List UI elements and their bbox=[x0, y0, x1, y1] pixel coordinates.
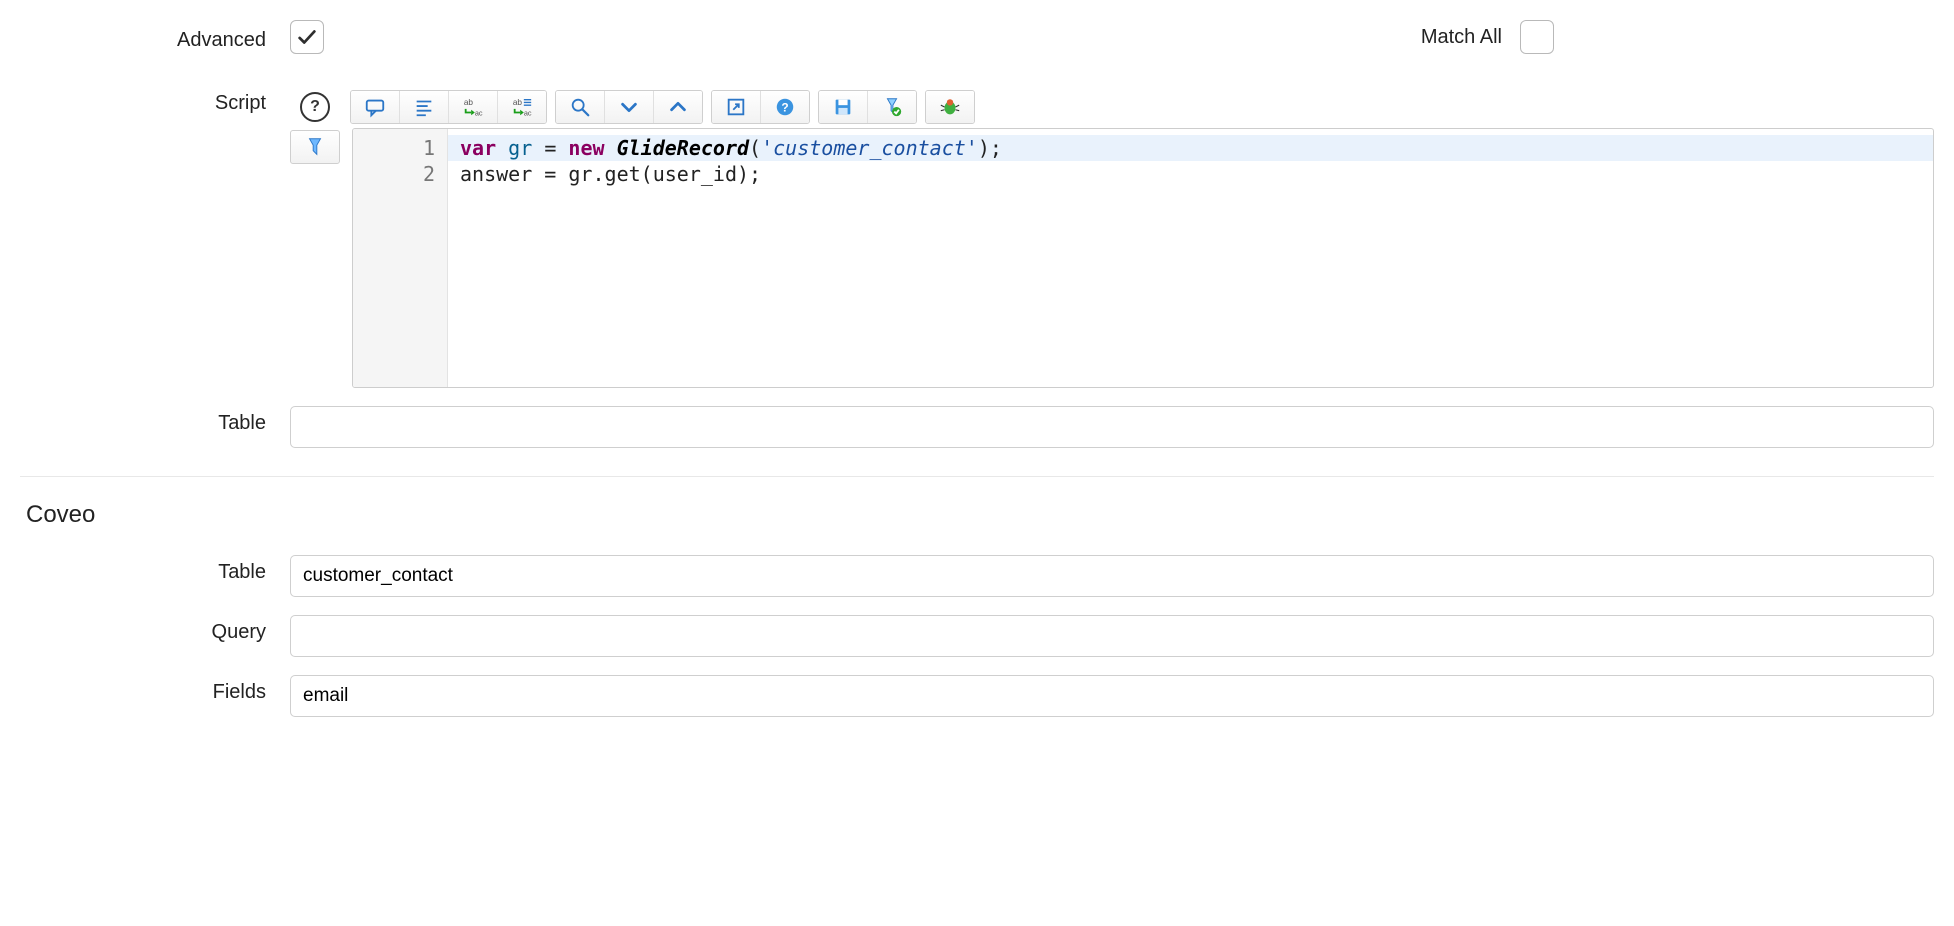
advanced-row: Advanced Match All bbox=[20, 20, 1934, 54]
coveo-table-label: Table bbox=[20, 555, 290, 584]
check-icon bbox=[296, 26, 318, 48]
svg-text:ac: ac bbox=[524, 108, 532, 117]
script-toolbar: abac abac bbox=[350, 90, 1934, 124]
table-input[interactable] bbox=[290, 406, 1934, 448]
save-check-icon bbox=[881, 96, 903, 118]
help-icon: ? bbox=[774, 96, 796, 118]
svg-text:ab: ab bbox=[464, 98, 474, 107]
script-row: Script ? bbox=[20, 90, 1934, 388]
syntax-check-button[interactable] bbox=[867, 91, 916, 123]
debug-icon bbox=[939, 96, 961, 118]
search-icon bbox=[569, 96, 591, 118]
coveo-table-row: Table bbox=[20, 555, 1934, 597]
align-left-icon bbox=[413, 96, 435, 118]
replace-icon: abac bbox=[462, 96, 484, 118]
table-row: Table bbox=[20, 406, 1934, 448]
match-all-label: Match All bbox=[1421, 26, 1502, 49]
coveo-fields-label: Fields bbox=[20, 675, 290, 704]
script-editor[interactable]: 1 2 var gr = new GlideRecord('customer_c… bbox=[352, 128, 1934, 388]
popout-icon bbox=[725, 96, 747, 118]
comment-icon bbox=[364, 96, 386, 118]
table-label: Table bbox=[20, 406, 290, 435]
debug-button[interactable] bbox=[926, 91, 974, 123]
coveo-table-input[interactable] bbox=[290, 555, 1934, 597]
save-button[interactable] bbox=[819, 91, 867, 123]
editor-gutter: 1 2 bbox=[353, 129, 448, 387]
fullscreen-button[interactable] bbox=[712, 91, 760, 123]
format-code-icon bbox=[304, 136, 326, 158]
replace-all-button[interactable]: abac bbox=[497, 91, 546, 123]
save-icon bbox=[832, 96, 854, 118]
format-code-button[interactable] bbox=[290, 130, 340, 164]
coveo-section: Coveo Table Query Fields bbox=[20, 476, 1934, 717]
replace-all-icon: abac bbox=[511, 96, 533, 118]
search-prev-button[interactable] bbox=[653, 91, 702, 123]
coveo-query-label: Query bbox=[20, 615, 290, 644]
coveo-fields-input[interactable] bbox=[290, 675, 1934, 717]
caret-up-icon bbox=[667, 96, 689, 118]
script-help-icon[interactable]: ? bbox=[300, 92, 330, 122]
svg-text:ac: ac bbox=[475, 108, 483, 117]
code-line: var gr = new GlideRecord('customer_conta… bbox=[460, 135, 1921, 161]
caret-down-icon bbox=[618, 96, 640, 118]
toggle-comment-button[interactable] bbox=[351, 91, 399, 123]
code-line: answer = gr.get(user_id); bbox=[460, 161, 1921, 187]
replace-button[interactable]: abac bbox=[448, 91, 497, 123]
match-all-checkbox[interactable] bbox=[1520, 20, 1554, 54]
search-button[interactable] bbox=[556, 91, 604, 123]
svg-text:?: ? bbox=[781, 101, 788, 115]
coveo-query-input[interactable] bbox=[290, 615, 1934, 657]
search-next-button[interactable] bbox=[604, 91, 653, 123]
coveo-section-title: Coveo bbox=[20, 501, 1934, 529]
coveo-query-row: Query bbox=[20, 615, 1934, 657]
advanced-checkbox[interactable] bbox=[290, 20, 324, 54]
script-label: Script bbox=[20, 90, 290, 115]
line-number: 1 bbox=[353, 135, 435, 161]
advanced-label: Advanced bbox=[20, 23, 290, 52]
line-number: 2 bbox=[353, 161, 435, 187]
coveo-fields-row: Fields bbox=[20, 675, 1934, 717]
format-button[interactable] bbox=[399, 91, 448, 123]
svg-text:ab: ab bbox=[513, 98, 523, 107]
editor-code-area[interactable]: var gr = new GlideRecord('customer_conta… bbox=[448, 129, 1933, 387]
editor-help-button[interactable]: ? bbox=[760, 91, 809, 123]
record-form: Advanced Match All Script ? bbox=[0, 0, 1954, 775]
